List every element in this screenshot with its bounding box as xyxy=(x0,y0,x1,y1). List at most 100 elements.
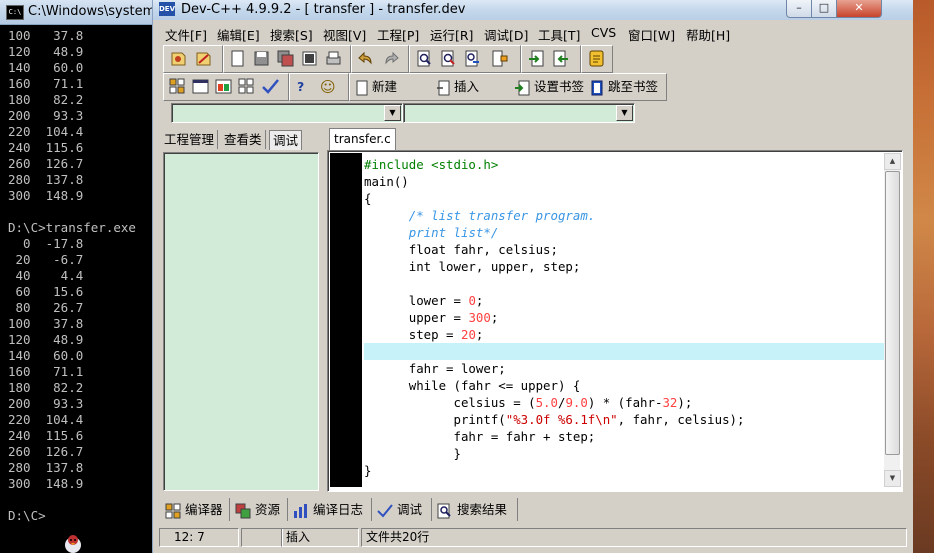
code-line[interactable]: printf("%3.0f %6.1f\n", fahr, celsius); xyxy=(364,411,745,428)
code-line[interactable]: float fahr, celsius; xyxy=(364,241,558,258)
code-line[interactable]: step = 20; xyxy=(364,326,484,343)
code-line[interactable]: upper = 300; xyxy=(364,309,499,326)
maximize-button[interactable]: □ xyxy=(811,0,837,18)
devcpp-icon: DEV xyxy=(159,2,175,16)
compile-run-icon[interactable] xyxy=(214,77,233,96)
tab-search-results[interactable]: 搜索结果 xyxy=(433,498,518,521)
set-bookmark-button[interactable]: 设置书签 xyxy=(514,77,584,97)
goto-bookmark-button[interactable]: 跳至书签 xyxy=(590,77,658,97)
chevron-down-icon[interactable]: ▼ xyxy=(616,105,633,121)
code-line[interactable]: fahr = fahr + step; xyxy=(364,428,596,445)
code-token: 32 xyxy=(662,395,678,410)
code-line[interactable]: } xyxy=(364,445,461,462)
code-line[interactable]: /* list transfer program. xyxy=(364,207,596,224)
devcpp-titlebar[interactable]: DEV Dev-C++ 4.9.9.2 - [ transfer ] - tra… xyxy=(153,0,913,20)
undo-icon[interactable] xyxy=(357,49,376,68)
rebuild-icon[interactable] xyxy=(237,77,256,96)
code-line[interactable]: #include <stdio.h> xyxy=(364,156,498,173)
check-syntax-icon[interactable] xyxy=(261,77,280,96)
console-line: 260 126.7 xyxy=(8,156,84,171)
find-icon[interactable] xyxy=(415,49,434,68)
close-file-icon[interactable] xyxy=(300,49,319,68)
code-line[interactable]: main() xyxy=(364,173,409,190)
tab-resources-label: 资源 xyxy=(254,502,280,517)
tab-project-manager[interactable]: 工程管理 xyxy=(161,130,219,149)
code-line[interactable]: } xyxy=(364,462,371,479)
menu-project[interactable]: 工程[P] xyxy=(377,25,419,44)
tab-debug[interactable]: 调试 xyxy=(269,130,303,150)
vertical-scrollbar[interactable]: ▲ ▼ xyxy=(884,153,901,487)
save-icon[interactable] xyxy=(252,49,271,68)
code-token: main() xyxy=(364,174,409,189)
scrollbar-thumb[interactable] xyxy=(885,171,900,455)
close-button[interactable]: ✕ xyxy=(836,0,882,18)
code-line[interactable]: int lower, upper, step; xyxy=(364,258,581,275)
tab-class-view[interactable]: 查看类 xyxy=(221,130,266,149)
remove-from-project-icon[interactable] xyxy=(551,49,570,68)
code-area[interactable]: #include <stdio.h> main(){ /* list transf… xyxy=(364,153,884,487)
code-token: /* list transfer program. xyxy=(408,208,596,223)
about-icon[interactable]: ☺ xyxy=(320,77,336,97)
debug-panel[interactable] xyxy=(163,152,319,491)
code-editor[interactable]: #include <stdio.h> main(){ /* list transf… xyxy=(327,150,903,492)
code-token: ); xyxy=(677,395,693,410)
new-file-icon[interactable] xyxy=(228,49,247,68)
class-combo[interactable]: ▼ xyxy=(171,103,403,123)
chevron-down-icon[interactable]: ▼ xyxy=(384,105,401,121)
replace-icon[interactable] xyxy=(463,49,482,68)
code-line[interactable]: lower = 0; xyxy=(364,292,484,309)
code-line[interactable]: celsius = (5.0/9.0) * (fahr-32); xyxy=(364,394,693,411)
new-button[interactable]: 新建 xyxy=(356,77,397,97)
menu-tools[interactable]: 工具[T] xyxy=(538,25,580,44)
tab-debug-output[interactable]: 调试 xyxy=(373,498,432,521)
insert-button[interactable]: 插入 xyxy=(436,77,479,97)
console-titlebar[interactable]: C:\ C:\Windows\system3 xyxy=(0,0,164,25)
tab-resources[interactable]: 资源 xyxy=(231,498,288,521)
save-all-icon[interactable] xyxy=(276,49,295,68)
add-to-project-icon[interactable] xyxy=(527,49,546,68)
code-line[interactable]: { xyxy=(364,190,371,207)
menu-help[interactable]: 帮助[H] xyxy=(686,25,730,44)
panel-splitter[interactable] xyxy=(320,128,324,492)
menu-cvs[interactable]: CVS xyxy=(591,25,616,40)
code-token: fahr = fahr + step; xyxy=(364,429,596,444)
menu-window[interactable]: 窗口[W] xyxy=(628,25,675,44)
console-window[interactable]: C:\ C:\Windows\system3 100 37.8 120 48.9 1… xyxy=(0,0,164,553)
editor-gutter[interactable] xyxy=(330,153,362,487)
goto-line-icon[interactable] xyxy=(490,49,509,68)
print-icon[interactable] xyxy=(324,49,343,68)
code-line[interactable]: fahr = lower; xyxy=(364,360,506,377)
minimize-button[interactable]: – xyxy=(786,0,812,18)
help-icon[interactable]: ? xyxy=(297,77,304,97)
member-combo[interactable]: ▼ xyxy=(403,103,635,123)
menu-search[interactable]: 搜索[S] xyxy=(270,25,313,44)
code-line[interactable]: print list*/ xyxy=(364,224,499,241)
menu-view[interactable]: 视图[V] xyxy=(323,25,366,44)
resources-icon xyxy=(235,503,251,518)
tab-transfer-c[interactable]: transfer.c xyxy=(329,128,396,150)
redo-icon[interactable] xyxy=(381,49,400,68)
close-project-icon[interactable] xyxy=(194,49,213,68)
code-token: print list*/ xyxy=(408,225,499,240)
menu-run[interactable]: 运行[R] xyxy=(430,25,473,44)
compile-icon[interactable] xyxy=(168,77,187,96)
menu-edit[interactable]: 编辑[E] xyxy=(217,25,260,44)
toolbar-specials: 新建 插入 设置书签 跳至书签 xyxy=(349,73,667,101)
menu-debug[interactable]: 调试[D] xyxy=(484,25,528,44)
scroll-down-icon[interactable]: ▼ xyxy=(884,470,901,487)
console-line: 180 82.2 xyxy=(8,92,84,107)
project-options-icon[interactable] xyxy=(587,49,606,68)
menu-file[interactable]: 文件[F] xyxy=(165,25,207,44)
scroll-up-icon[interactable]: ▲ xyxy=(884,153,901,170)
open-project-icon[interactable] xyxy=(169,49,188,68)
goto-bookmark-label: 跳至书签 xyxy=(607,79,658,94)
code-line[interactable]: while (fahr <= upper) { xyxy=(364,377,581,394)
find-next-icon[interactable] xyxy=(439,49,458,68)
toolbar-main xyxy=(163,45,223,73)
code-token: } xyxy=(364,446,461,461)
tab-compile-log[interactable]: 编译日志 xyxy=(289,498,372,521)
run-icon[interactable] xyxy=(191,77,210,96)
penguin-icon[interactable] xyxy=(62,532,84,553)
tab-compiler[interactable]: 编译器 xyxy=(161,498,230,521)
